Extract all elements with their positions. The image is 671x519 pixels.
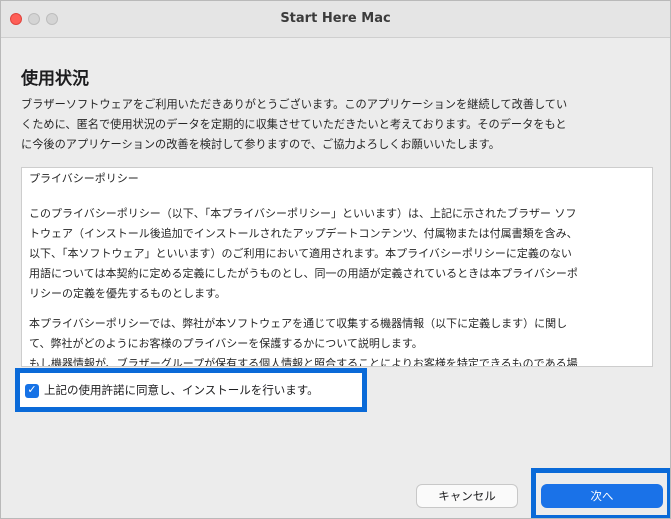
checkmark-icon: ✓ [27,383,37,396]
installer-window: Start Here Mac 使用状況 ブラザーソフトウェアをご利用いただきあり… [0,0,671,519]
page-title: 使用状況 [21,69,89,89]
policy-title: プライバシーポリシー [29,172,139,185]
consent-label[interactable]: 上記の使用許諾に同意し、インストールを行います。 [44,382,319,398]
next-button[interactable]: 次へ [541,484,663,508]
policy-paragraph-2: 本プライバシーポリシーでは、弊社が本ソフトウェアを通じて収集する機器情報（以下に… [29,317,578,367]
window-title: Start Here Mac [280,11,391,26]
consent-checkbox[interactable]: ✓ [25,383,39,398]
cancel-button[interactable]: キャンセル [416,484,518,508]
privacy-policy-textbox[interactable]: プライバシーポリシー このプライバシーポリシー（以下、「本プライバシーポリシー」… [21,167,653,367]
intro-text: ブラザーソフトウェアをご利用いただきありがとうございます。このアプリケーションを… [21,98,568,151]
title-bar: Start Here Mac [1,1,670,38]
policy-paragraph-1: このプライバシーポリシー（以下、「本プライバシーポリシー」といいます）は、上記に… [29,207,578,300]
